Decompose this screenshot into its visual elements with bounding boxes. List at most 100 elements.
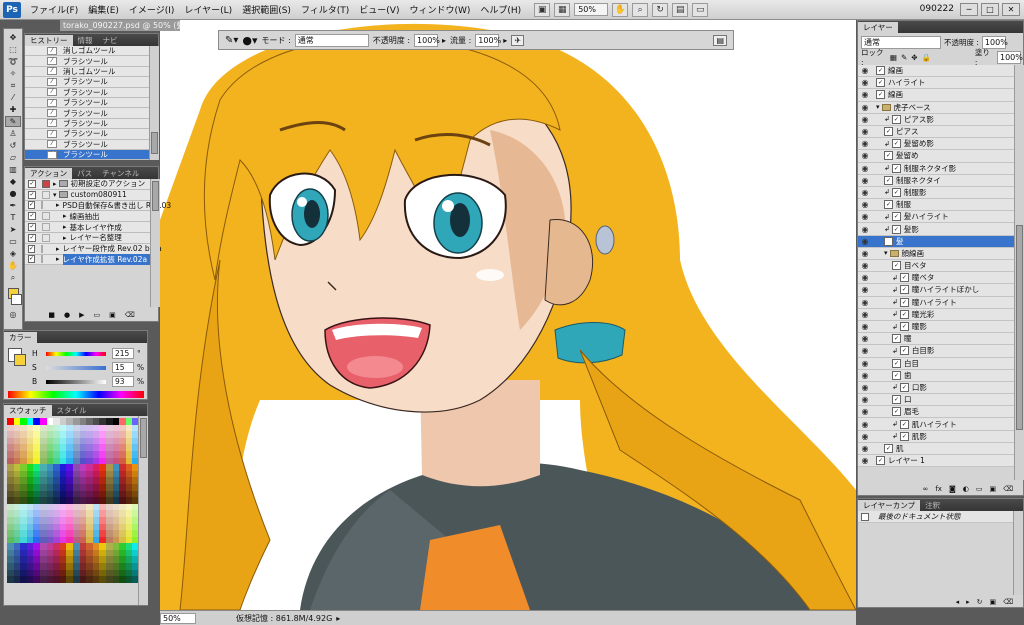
swatch-cell[interactable] (99, 549, 106, 557)
visibility-eye-icon[interactable]: ◉ (858, 151, 872, 160)
swatch-cell[interactable] (46, 516, 54, 524)
swatch-cell[interactable] (33, 477, 40, 484)
swatch-cell[interactable] (99, 576, 106, 583)
swatch-cell[interactable] (46, 556, 54, 564)
layer-row[interactable]: ◉ ↲ ✓ 瞳ベタ (858, 272, 1014, 285)
swatch-cell[interactable] (66, 510, 73, 517)
swatch-cell[interactable] (59, 536, 67, 544)
swatch-cell[interactable] (59, 497, 67, 504)
swatch-cell[interactable] (79, 569, 87, 577)
visibility-eye-icon[interactable]: ◉ (858, 127, 872, 136)
swatch-cell[interactable] (105, 549, 113, 557)
swatch-cell[interactable] (20, 503, 27, 511)
bridge-icon[interactable]: ▣ (534, 2, 551, 17)
layer-row[interactable]: ◉ ↲ ✓ ピアス影 (858, 113, 1014, 126)
swatch-cell[interactable] (99, 497, 106, 504)
swatch-cell[interactable] (7, 431, 14, 438)
swatch-cell[interactable] (39, 490, 47, 498)
swatch-cell[interactable] (26, 516, 34, 524)
swatch-cell[interactable] (26, 477, 34, 484)
flow-input[interactable]: 100% (475, 33, 501, 47)
swatch-cell[interactable] (20, 510, 27, 517)
swatch-cell[interactable] (105, 569, 113, 577)
tab-layer-comps[interactable]: レイヤーカンプ (858, 500, 921, 511)
eyedropper-tool-icon[interactable]: ⁄ (5, 92, 21, 103)
swatch-cell[interactable] (7, 418, 14, 425)
swatch-cell[interactable] (119, 556, 126, 564)
swatch-cell[interactable] (86, 450, 93, 458)
swatch-cell[interactable] (66, 569, 73, 577)
swatch-cell[interactable] (7, 576, 14, 583)
swatch-cell[interactable] (112, 563, 120, 570)
layer-row[interactable]: ◉ ↲ ✓ 髪留め影 (858, 138, 1014, 151)
swatch-cell[interactable] (105, 497, 113, 504)
actions-scrollbar[interactable] (150, 179, 160, 307)
swatch-cell[interactable] (66, 444, 73, 451)
swatch-cell[interactable] (79, 418, 87, 425)
swatch-cell[interactable] (59, 576, 67, 583)
swatch-cell[interactable] (20, 418, 27, 425)
swatch-cell[interactable] (59, 516, 67, 524)
swatch-cell[interactable] (7, 563, 14, 570)
swatch-cell[interactable] (125, 483, 133, 491)
expand-arrow-icon[interactable]: ▸ (53, 180, 57, 188)
visibility-eye-icon[interactable]: ◉ (858, 164, 872, 173)
swatch-cell[interactable] (92, 503, 100, 511)
layer-row[interactable]: ◉ ↲ ✓ 瞳ハイライト (858, 296, 1014, 309)
swatch-cell[interactable] (86, 523, 93, 531)
swatch-cell[interactable] (99, 556, 106, 564)
swatch-cell[interactable] (13, 457, 21, 465)
swatch-cell[interactable] (7, 424, 14, 432)
swatch-cell[interactable] (86, 437, 93, 445)
swatch-cell[interactable] (7, 536, 14, 544)
menu-image[interactable]: イメージ(I) (124, 3, 180, 16)
swatch-cell[interactable] (20, 437, 27, 445)
swatch-cell[interactable] (125, 477, 133, 484)
swatch-cell[interactable] (86, 543, 93, 550)
stop-icon[interactable]: ■ (48, 311, 55, 319)
swatch-cell[interactable] (46, 576, 54, 583)
swatch-cell[interactable] (33, 510, 40, 517)
layer-row[interactable]: ◉ ✓ 歯 (858, 369, 1014, 382)
layer-row[interactable]: ◉ ↲ ✓ 白目影 (858, 345, 1014, 358)
swatch-cell[interactable] (105, 431, 113, 438)
layer-comp-apply-box[interactable] (861, 512, 869, 521)
swatch-cell[interactable] (39, 510, 47, 517)
swatch-cell[interactable] (72, 418, 80, 425)
swatch-cell[interactable] (13, 530, 21, 537)
swatch-cell[interactable] (92, 576, 100, 583)
swatch-cell[interactable] (7, 490, 14, 498)
expand-arrow-icon[interactable]: ▸ (56, 255, 60, 263)
visibility-eye-icon[interactable]: ◉ (858, 90, 872, 99)
action-dialog-toggle[interactable] (42, 179, 50, 188)
swatch-cell[interactable] (72, 510, 80, 517)
action-toggle-check[interactable]: ✓ (28, 190, 36, 199)
swatch-cell[interactable] (13, 569, 21, 577)
action-row[interactable]: ✓ ▸ レイヤー段作成 Rev.02 beta (25, 243, 162, 255)
swatch-cell[interactable] (112, 536, 120, 544)
swatch-cell[interactable] (39, 450, 47, 458)
swatch-cell[interactable] (92, 497, 100, 504)
swatch-cell[interactable] (92, 523, 100, 531)
zoom-tool-icon[interactable]: ⌕ (5, 272, 21, 283)
hue-input[interactable]: 215 (112, 348, 134, 359)
swatch-cell[interactable] (59, 424, 67, 432)
swatch-cell[interactable] (119, 450, 126, 458)
swatch-cell[interactable] (33, 549, 40, 557)
swatch-cell[interactable] (86, 464, 93, 471)
swatch-cell[interactable] (105, 470, 113, 478)
swatch-cell[interactable] (79, 431, 87, 438)
crop-tool-icon[interactable]: ⌗ (5, 80, 21, 91)
marquee-tool-icon[interactable]: ⬚ (5, 44, 21, 55)
swatch-cell[interactable] (7, 549, 14, 557)
swatch-cell[interactable] (13, 450, 21, 458)
swatch-cell[interactable] (92, 516, 100, 524)
quick-select-tool-icon[interactable]: ✧ (5, 68, 21, 79)
brightness-input[interactable]: 93 (112, 376, 134, 387)
document-canvas[interactable] (160, 20, 856, 610)
visibility-eye-icon[interactable]: ◉ (858, 115, 872, 124)
rotate-view-icon[interactable]: ↻ (652, 2, 669, 17)
swatch-cell[interactable] (7, 516, 14, 524)
swatch-cell[interactable] (46, 503, 54, 511)
swatch-cell[interactable] (79, 516, 87, 524)
